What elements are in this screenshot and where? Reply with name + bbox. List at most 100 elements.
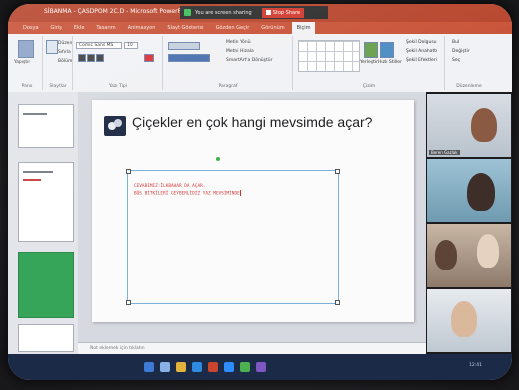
editing-group-label: Düzenleme <box>456 84 482 89</box>
slide-thumbnail[interactable] <box>18 104 74 148</box>
windows-start-icon[interactable] <box>144 362 154 372</box>
monitor-screen: SİBANMA - ÇASDPOM 2C.D - Microsoft Power… <box>8 4 512 380</box>
resize-handle[interactable] <box>335 300 340 305</box>
slide-title[interactable]: Çiçekler en çok hangi mevsimde açar? <box>102 114 402 131</box>
ribbon: Yapıştır Pano Düzen Sıfırla Bölüm Slaytl… <box>8 34 512 93</box>
participant-figure <box>471 108 497 142</box>
answer-line-1: CEVABIMIZ:İLKBAHAR DA AÇAR. <box>134 184 206 189</box>
taskbar-clock[interactable]: 12:41 <box>469 363 482 368</box>
font-group: Comic Sans MS 10 Yazı Tipi <box>74 36 163 90</box>
ribbon-tab[interactable]: Slayt Gösterisi <box>162 22 208 34</box>
slides-group-label: Slaytlar <box>49 84 67 89</box>
ribbon-tab[interactable]: Ekle <box>69 22 90 34</box>
title-bar: SİBANMA - ÇASDPOM 2C.D - Microsoft Power… <box>8 4 512 22</box>
thumbnail-text-line <box>23 179 41 181</box>
underline-icon[interactable] <box>96 54 104 62</box>
video-tile[interactable] <box>427 159 511 222</box>
font-name-select[interactable]: Comic Sans MS <box>76 42 122 49</box>
ribbon-tab[interactable]: Gözden Geçir <box>211 22 255 34</box>
app-icon[interactable] <box>240 362 250 372</box>
answer-text[interactable]: CEVABIMIZ:İLKBAHAR DA AÇAR. BÜS BİTKİLER… <box>134 183 334 198</box>
rotate-handle[interactable] <box>216 157 220 161</box>
participant-figure <box>451 301 477 337</box>
text-direction-button[interactable]: Metin Yönü <box>226 40 251 45</box>
powerpoint-icon[interactable] <box>208 362 218 372</box>
font-group-label: Yazı Tipi <box>109 84 127 89</box>
share-indicator-icon <box>184 9 191 16</box>
video-tile[interactable]: Beren Gazlak <box>427 94 511 157</box>
ribbon-tab[interactable]: Animasyon <box>123 22 161 34</box>
screen-share-bar: You are screen sharing Stop Share <box>180 6 328 19</box>
participant-name: Beren Gazlak <box>429 150 460 155</box>
slide-thumbnail[interactable] <box>18 252 74 318</box>
arrange-button[interactable]: Yerleştir <box>360 60 378 65</box>
app-icon[interactable] <box>256 362 266 372</box>
slide-thumbnails-pane <box>8 92 79 354</box>
video-tile[interactable] <box>427 224 511 287</box>
find-button[interactable]: Bul <box>452 40 459 45</box>
thumbnail-text-line <box>23 171 53 173</box>
align-text-button[interactable]: Metni Hizala <box>226 49 254 54</box>
window-title: SİBANMA - ÇASDPOM 2C.D - Microsoft Power… <box>44 8 193 15</box>
slide: Çiçekler en çok hangi mevsimde açar? CEV… <box>92 100 414 322</box>
slide-thumbnail[interactable] <box>18 324 74 352</box>
search-icon[interactable] <box>160 362 170 372</box>
edge-browser-icon[interactable] <box>192 362 202 372</box>
answer-line-2: BÜS BİTKİLERİ GEYBERLİDİZ YAZ MEVSİMİNDE <box>134 191 240 197</box>
shape-outline-button[interactable]: Şekil Anahattı <box>406 49 437 54</box>
participant-figure <box>467 173 495 211</box>
stop-share-button[interactable]: Stop Share <box>261 7 305 18</box>
file-explorer-icon[interactable] <box>176 362 186 372</box>
paragraph-group: Metin Yönü Metni Hizala SmartArt'a Dönüş… <box>164 36 293 90</box>
video-gallery: Beren Gazlak <box>426 92 512 354</box>
font-size-select[interactable]: 10 <box>124 42 138 49</box>
clipboard-group: Yapıştır Pano <box>12 36 43 90</box>
shape-fill-button[interactable]: Şekil Dolgusu <box>406 40 437 45</box>
paste-icon[interactable] <box>18 40 34 58</box>
slides-group: Düzen Sıfırla Bölüm Slaytlar <box>44 36 73 90</box>
stop-share-label: Stop Share <box>272 9 301 16</box>
italic-icon[interactable] <box>87 54 95 62</box>
video-tile[interactable] <box>427 289 511 352</box>
drawing-group: Yerleştir Hızlı Stiller Şekil Dolgusu Şe… <box>294 36 445 90</box>
participant-figure <box>435 240 457 270</box>
clipboard-group-label: Pano <box>21 84 33 89</box>
text-caret <box>239 190 241 196</box>
participant-figure <box>477 234 499 268</box>
select-button[interactable]: Seç <box>452 58 460 63</box>
zoom-icon[interactable] <box>224 362 234 372</box>
quick-styles-icon[interactable] <box>380 42 394 58</box>
ribbon-tabs: Dosya Giriş Ekle Tasarım Animasyon Slayt Göst… <box>8 22 512 34</box>
ribbon-tab[interactable]: Biçim <box>291 22 316 34</box>
reset-button[interactable]: Sıfırla <box>58 50 71 55</box>
slide-canvas: Çiçekler en çok hangi mevsimde açar? CEV… <box>78 92 426 342</box>
taskbar: 12:41 <box>8 354 512 380</box>
paste-button[interactable]: Yapıştır <box>14 60 30 65</box>
notes-placeholder: Not eklemek için tıklatın <box>90 346 145 351</box>
alignment-icon[interactable] <box>168 54 210 62</box>
bullets-icon[interactable] <box>168 42 200 50</box>
section-button[interactable]: Bölüm <box>58 59 72 64</box>
editing-group: Bul Değiştir Seç Düzenleme <box>446 36 492 90</box>
quick-styles-button[interactable]: Hızlı Stiller <box>378 60 402 65</box>
shape-effects-button[interactable]: Şekil Efektleri <box>406 58 437 63</box>
convert-smartart-button[interactable]: SmartArt'a Dönüştür <box>226 58 272 63</box>
paragraph-group-label: Paragraf <box>218 84 238 89</box>
ribbon-tab[interactable]: Tasarım <box>91 22 120 34</box>
bold-icon[interactable] <box>78 54 86 62</box>
ribbon-tab[interactable]: Görünüm <box>256 22 289 34</box>
resize-handle[interactable] <box>126 169 131 174</box>
resize-handle[interactable] <box>335 169 340 174</box>
share-status-text: You are screen sharing <box>195 9 252 16</box>
resize-handle[interactable] <box>126 300 131 305</box>
slide-thumbnail[interactable] <box>18 162 74 242</box>
photo-frame: SİBANMA - ÇASDPOM 2C.D - Microsoft Power… <box>0 0 519 390</box>
layout-button[interactable]: Düzen <box>58 41 72 46</box>
replace-button[interactable]: Değiştir <box>452 49 470 54</box>
answer-textbox[interactable]: CEVABIMIZ:İLKBAHAR DA AÇAR. BÜS BİTKİLER… <box>126 169 340 305</box>
ribbon-tab[interactable]: Dosya <box>18 22 44 34</box>
arrange-icon[interactable] <box>364 42 378 58</box>
ribbon-tab[interactable]: Giriş <box>46 22 67 34</box>
new-slide-icon[interactable] <box>46 40 58 54</box>
font-color-icon[interactable] <box>144 54 154 62</box>
